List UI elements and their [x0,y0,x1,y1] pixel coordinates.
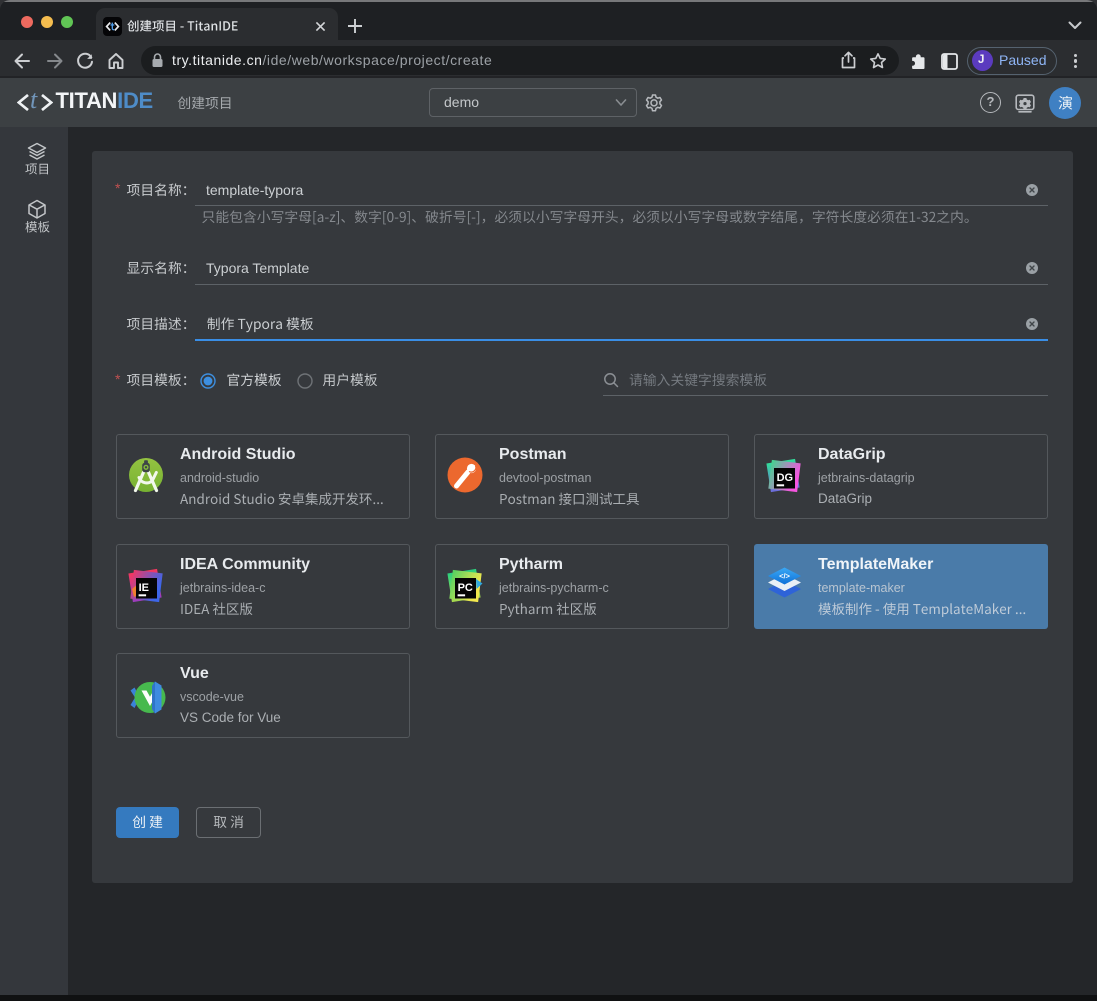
svg-text:</>: </> [779,572,790,581]
svg-text:PC: PC [458,582,473,594]
svg-text:IE: IE [139,582,149,594]
svg-text:DG: DG [777,472,794,484]
